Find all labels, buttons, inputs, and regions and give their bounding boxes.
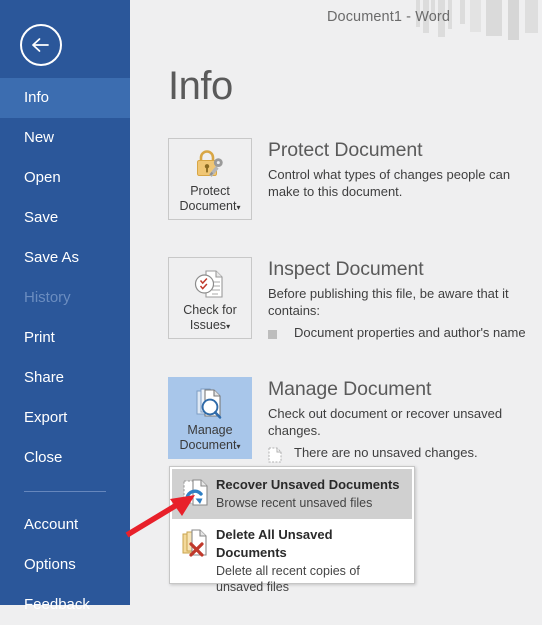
back-button[interactable]	[20, 24, 62, 66]
chevron-down-icon: ▾	[236, 203, 241, 212]
title-bar: Document1 - Word	[130, 0, 542, 40]
inspect-label-line2: Issues	[189, 318, 227, 332]
recover-document-icon	[178, 476, 216, 508]
sidebar-item-save[interactable]: Save	[0, 198, 130, 238]
menu-item-title: Delete All Unsaved Documents	[216, 527, 333, 560]
sidebar-item-print[interactable]: Print	[0, 318, 130, 358]
inspect-document-description: Before publishing this file, be aware th…	[268, 286, 509, 318]
document-title: Document1 - Word	[326, 9, 450, 25]
inspect-label-line1: Check for	[183, 303, 237, 317]
protect-document-body: Protect Document Control what types of c…	[268, 138, 540, 200]
sidebar-item-label: History	[24, 289, 71, 306]
manage-document-button[interactable]: Manage Document▾	[168, 377, 252, 459]
manage-label-line1: Manage	[187, 423, 233, 437]
sidebar-item-options[interactable]: Options	[0, 545, 130, 585]
manage-document-heading: Manage Document	[268, 378, 432, 400]
sidebar-item-share[interactable]: Share	[0, 358, 130, 398]
menu-item-text: Recover Unsaved Documents Browse recent …	[216, 476, 406, 511]
sidebar-item-label: Close	[24, 449, 63, 466]
manage-status-text: There are no unsaved changes.	[294, 445, 478, 460]
word-backstage-info-screen: Document1 - Word Info New Open Save Save…	[0, 0, 542, 613]
sidebar-item-label: New	[24, 129, 55, 146]
manage-label-line2: Document	[179, 438, 237, 452]
page-title: Info	[168, 64, 233, 108]
inspect-document-heading: Inspect Document	[268, 258, 424, 280]
sidebar-item-label: Info	[24, 89, 50, 106]
protect-document-section: Protect Document▾ Protect Document Contr…	[168, 138, 538, 234]
sidebar-item-label: Save As	[24, 249, 80, 266]
backstage-sidebar: Info New Open Save Save As History Print…	[0, 0, 130, 613]
sidebar-item-label: Export	[24, 409, 68, 426]
sidebar-item-save-as[interactable]: Save As	[0, 238, 130, 278]
sidebar-item-account[interactable]: Account	[0, 505, 130, 545]
chevron-down-icon: ▾	[236, 442, 241, 451]
inspect-document-section: Check for Issues▾ Inspect Document Befor…	[168, 257, 538, 353]
sidebar-item-label: Open	[24, 169, 61, 186]
chevron-down-icon: ▾	[226, 322, 231, 331]
back-arrow-icon	[30, 36, 52, 54]
sidebar-item-label: Options	[24, 556, 76, 573]
check-for-issues-icon	[192, 266, 228, 302]
protect-label-line2: Document	[179, 199, 237, 213]
sidebar-item-open[interactable]: Open	[0, 158, 130, 198]
manage-document-icon	[192, 386, 228, 422]
manage-document-description: Check out document or recover unsaved ch…	[268, 406, 503, 438]
sidebar-item-label: Share	[24, 369, 65, 386]
check-for-issues-button-label: Check for Issues▾	[183, 303, 237, 334]
lock-key-icon	[192, 147, 228, 183]
menu-item-text: Delete All Unsaved Documents Delete all …	[216, 526, 406, 595]
protect-document-button[interactable]: Protect Document▾	[168, 138, 252, 220]
sidebar-item-close[interactable]: Close	[0, 438, 130, 478]
sidebar-item-label: Account	[24, 516, 79, 533]
bullet-square-icon	[268, 325, 294, 342]
menu-item-description: Delete all recent copies of unsaved file…	[216, 564, 360, 594]
sidebar-item-history: History	[0, 278, 130, 318]
protect-document-heading: Protect Document	[268, 139, 423, 161]
sidebar-nav: Info New Open Save Save As History Print…	[0, 78, 130, 625]
manage-status-row: There are no unsaved changes.	[268, 445, 540, 466]
inspect-bullet-row: Document properties and author's name	[268, 325, 540, 342]
sidebar-divider	[24, 491, 106, 492]
manage-document-section: Manage Document▾ Manage Document Check o…	[168, 377, 538, 473]
menu-item-recover-unsaved-documents[interactable]: Recover Unsaved Documents Browse recent …	[172, 469, 412, 519]
menu-item-title: Recover Unsaved Documents	[216, 477, 400, 492]
manage-document-dropdown-menu: Recover Unsaved Documents Browse recent …	[169, 466, 415, 594]
manage-document-button-label: Manage Document▾	[180, 423, 241, 454]
check-for-issues-button[interactable]: Check for Issues▾	[168, 257, 252, 339]
menu-item-delete-all-unsaved-documents[interactable]: Delete All Unsaved Documents Delete all …	[172, 519, 412, 603]
menu-item-description: Browse recent unsaved files	[216, 496, 373, 510]
manage-document-body: Manage Document Check out document or re…	[268, 377, 540, 466]
delete-documents-icon	[178, 526, 216, 558]
unsaved-document-icon	[268, 445, 294, 466]
sidebar-item-export[interactable]: Export	[0, 398, 130, 438]
sidebar-item-label: Print	[24, 329, 55, 346]
inspect-document-body: Inspect Document Before publishing this …	[268, 257, 540, 342]
inspect-bullet-text: Document properties and author's name	[294, 325, 526, 340]
sidebar-item-new[interactable]: New	[0, 118, 130, 158]
protect-document-description: Control what types of changes people can…	[268, 167, 511, 199]
sidebar-item-label: Save	[24, 209, 59, 226]
protect-label-line1: Protect	[190, 184, 230, 198]
sidebar-item-info[interactable]: Info	[0, 78, 130, 118]
protect-document-button-label: Protect Document▾	[180, 184, 241, 215]
sidebar-item-feedback[interactable]: Feedback	[0, 585, 130, 625]
